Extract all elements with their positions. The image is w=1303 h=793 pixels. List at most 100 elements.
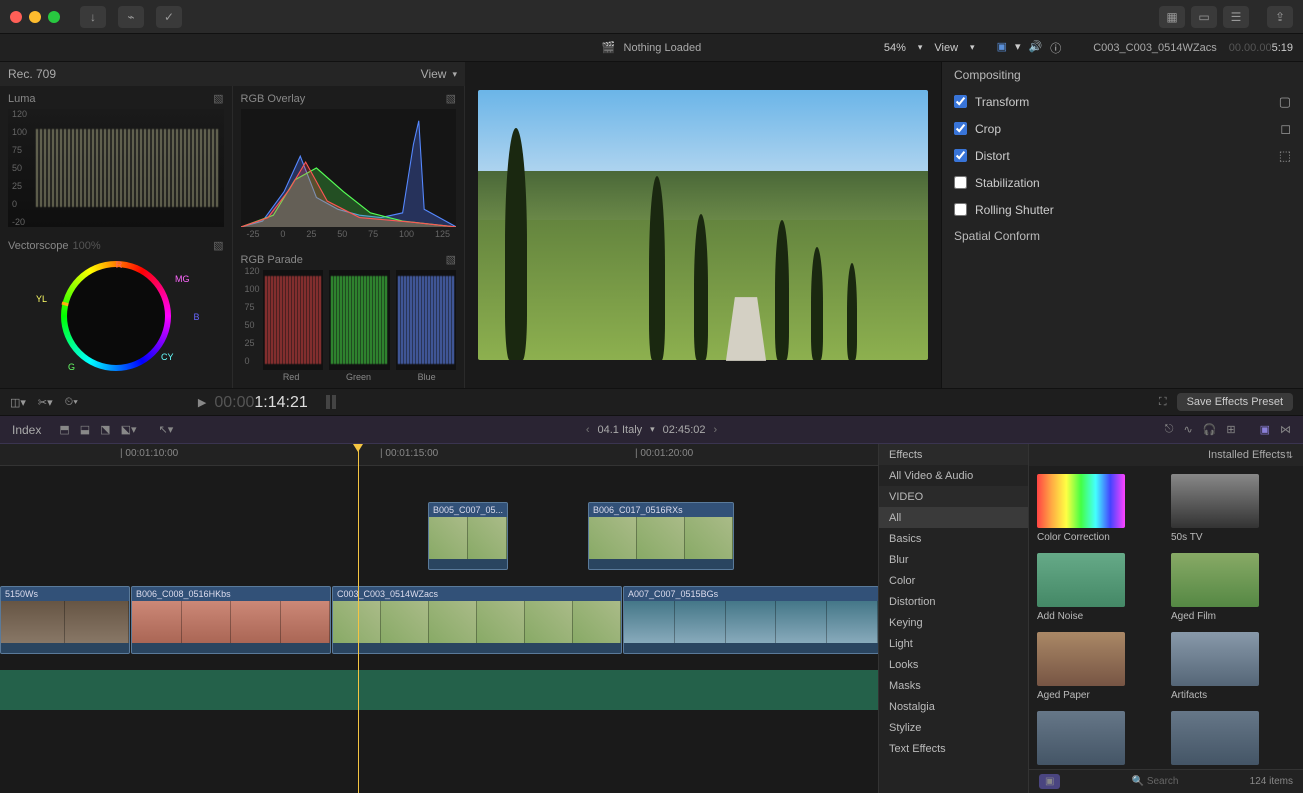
- fullscreen-icon[interactable]: ⛶: [1159, 396, 1167, 409]
- info-tab-icon[interactable]: ⓘ: [1050, 40, 1061, 56]
- transform-icon[interactable]: ▢: [1279, 94, 1291, 110]
- effect-item[interactable]: Aged Paper: [1037, 632, 1161, 701]
- timeline-clip[interactable]: B006_C017_0516RXs: [588, 502, 734, 570]
- solo-icon[interactable]: 🎧: [1203, 423, 1217, 436]
- rolling-shutter-checkbox[interactable]: [954, 203, 967, 216]
- index-button[interactable]: Index: [12, 423, 41, 437]
- view-menu[interactable]: View: [934, 42, 958, 54]
- distort-icon[interactable]: ⬚: [1279, 148, 1291, 164]
- effect-item[interactable]: [1171, 711, 1295, 769]
- project-name[interactable]: 04.1 Italy: [598, 424, 643, 436]
- effect-item[interactable]: [1037, 711, 1161, 769]
- effects-browser: Effects All Video & AudioVIDEOAllBasicsB…: [878, 444, 1303, 793]
- chevron-down-icon[interactable]: ▾: [970, 42, 975, 53]
- scope-settings-icon[interactable]: ▧: [213, 92, 223, 105]
- effects-browser-icon[interactable]: ▣: [1260, 423, 1270, 436]
- overwrite-clip-icon[interactable]: ⬕▾: [121, 423, 137, 436]
- effects-category[interactable]: Light: [879, 633, 1028, 654]
- effects-category[interactable]: Nostalgia: [879, 696, 1028, 717]
- effects-category[interactable]: Distortion: [879, 591, 1028, 612]
- stabilization-checkbox[interactable]: [954, 176, 967, 189]
- import-icon[interactable]: ↓: [80, 6, 106, 28]
- arrow-tool-icon[interactable]: ↖▾: [159, 423, 174, 436]
- scope-settings-icon[interactable]: ▧: [213, 239, 223, 252]
- distort-checkbox[interactable]: [954, 149, 967, 162]
- effect-item[interactable]: 50s TV: [1171, 474, 1295, 543]
- effects-category[interactable]: Blur: [879, 549, 1028, 570]
- effect-item[interactable]: Aged Film: [1171, 553, 1295, 622]
- scope-view-menu[interactable]: View: [421, 67, 447, 81]
- chevron-down-icon[interactable]: ▾: [452, 69, 457, 80]
- audio-meters: [326, 395, 336, 409]
- insert-clip-icon[interactable]: ⬓: [80, 423, 90, 436]
- effects-category[interactable]: Looks: [879, 654, 1028, 675]
- next-edit-icon[interactable]: ›: [714, 424, 718, 436]
- prev-edit-icon[interactable]: ‹: [586, 424, 590, 436]
- effects-search-placeholder[interactable]: Search: [1147, 776, 1179, 787]
- timeline-clip[interactable]: 5150Ws: [0, 586, 130, 654]
- scope-settings-icon[interactable]: ▧: [446, 92, 456, 105]
- crop-icon[interactable]: ◻: [1280, 121, 1291, 137]
- close-window[interactable]: [10, 11, 22, 23]
- clapperboard-icon: 🎬: [602, 41, 616, 54]
- effects-category[interactable]: VIDEO: [879, 486, 1028, 507]
- vectorscope-title: Vectorscope: [8, 240, 69, 252]
- inspector-timecode: 00.00.005:19: [1229, 42, 1293, 54]
- effects-category[interactable]: Text Effects: [879, 738, 1028, 759]
- workspace-browser-icon[interactable]: ▦: [1159, 6, 1185, 28]
- transitions-browser-icon[interactable]: ⋈: [1280, 423, 1291, 436]
- chevron-down-icon[interactable]: ▾: [918, 42, 923, 53]
- transform-checkbox[interactable]: [954, 95, 967, 108]
- share-icon[interactable]: ⇪: [1267, 6, 1293, 28]
- video-tab-icon[interactable]: ▣: [997, 40, 1007, 56]
- save-effects-preset-button[interactable]: Save Effects Preset: [1177, 393, 1293, 411]
- effects-category[interactable]: All Video & Audio: [879, 465, 1028, 486]
- installed-effects-menu[interactable]: Installed Effects: [1208, 449, 1285, 461]
- window-controls: [10, 11, 60, 23]
- effects-category[interactable]: Masks: [879, 675, 1028, 696]
- ruler-mark: | 00:01:10:00: [120, 448, 178, 459]
- playhead[interactable]: [358, 444, 359, 793]
- appearance-menu-icon[interactable]: ◫▾: [10, 396, 26, 409]
- effects-library-icon[interactable]: ▣: [1039, 774, 1060, 789]
- timeline-clip[interactable]: C003_C003_0514WZacs: [332, 586, 622, 654]
- crop-checkbox[interactable]: [954, 122, 967, 135]
- append-clip-icon[interactable]: ⬔: [100, 423, 110, 436]
- connect-clip-icon[interactable]: ⬒: [59, 423, 69, 436]
- background-tasks-icon[interactable]: ✓: [156, 6, 182, 28]
- generator-tab-icon[interactable]: ▾: [1015, 40, 1021, 56]
- workspace-inspector-icon[interactable]: ☰: [1223, 6, 1249, 28]
- skimming-icon[interactable]: ⎋: [1165, 423, 1174, 436]
- effects-category[interactable]: All: [879, 507, 1028, 528]
- snapping-icon[interactable]: ⊞: [1226, 423, 1235, 436]
- effects-category[interactable]: Keying: [879, 612, 1028, 633]
- scope-settings-icon[interactable]: ▧: [446, 253, 456, 266]
- minimize-window[interactable]: [29, 11, 41, 23]
- playbar: ◫▾ ✂▾ ⏲▾ ▶ 00:001:14:21 ⛶ Save Effects P…: [0, 388, 1303, 416]
- zoom-level[interactable]: 54%: [884, 42, 906, 54]
- effect-item[interactable]: Color Correction: [1037, 474, 1161, 543]
- effect-item[interactable]: Add Noise: [1037, 553, 1161, 622]
- audio-skimming-icon[interactable]: ∿: [1183, 423, 1192, 436]
- zoom-window[interactable]: [48, 11, 60, 23]
- audio-track[interactable]: [0, 670, 878, 710]
- luma-title: Luma: [8, 93, 36, 105]
- effect-item[interactable]: Artifacts: [1171, 632, 1295, 701]
- timeline-clip[interactable]: B006_C008_0516HKbs: [131, 586, 331, 654]
- timeline-clip[interactable]: B005_C007_05...: [428, 502, 508, 570]
- effects-category[interactable]: Basics: [879, 528, 1028, 549]
- tool-menu-icon[interactable]: ✂▾: [38, 396, 53, 409]
- viewer-canvas[interactable]: [465, 62, 941, 388]
- keyword-icon[interactable]: ⌁: [118, 6, 144, 28]
- timeline-clip[interactable]: A007_C007_0515BGs: [623, 586, 878, 654]
- play-icon[interactable]: ▶: [198, 396, 206, 409]
- retime-menu-icon[interactable]: ⏲▾: [65, 396, 78, 409]
- workspace-timeline-icon[interactable]: ▭: [1191, 6, 1217, 28]
- effects-category[interactable]: Color: [879, 570, 1028, 591]
- viewer-header: 🎬 Nothing Loaded 54%▾ View▾ ▣ ▾ 🔊 ⓘ C003…: [0, 34, 1303, 62]
- timeline-ruler[interactable]: | 00:01:10:00| 00:01:15:00| 00:01:20:00: [0, 444, 878, 466]
- audio-tab-icon[interactable]: 🔊: [1029, 40, 1043, 56]
- effects-category[interactable]: Stylize: [879, 717, 1028, 738]
- timeline-tracks[interactable]: | 00:01:10:00| 00:01:15:00| 00:01:20:00 …: [0, 444, 878, 793]
- preview-frame: [478, 90, 928, 360]
